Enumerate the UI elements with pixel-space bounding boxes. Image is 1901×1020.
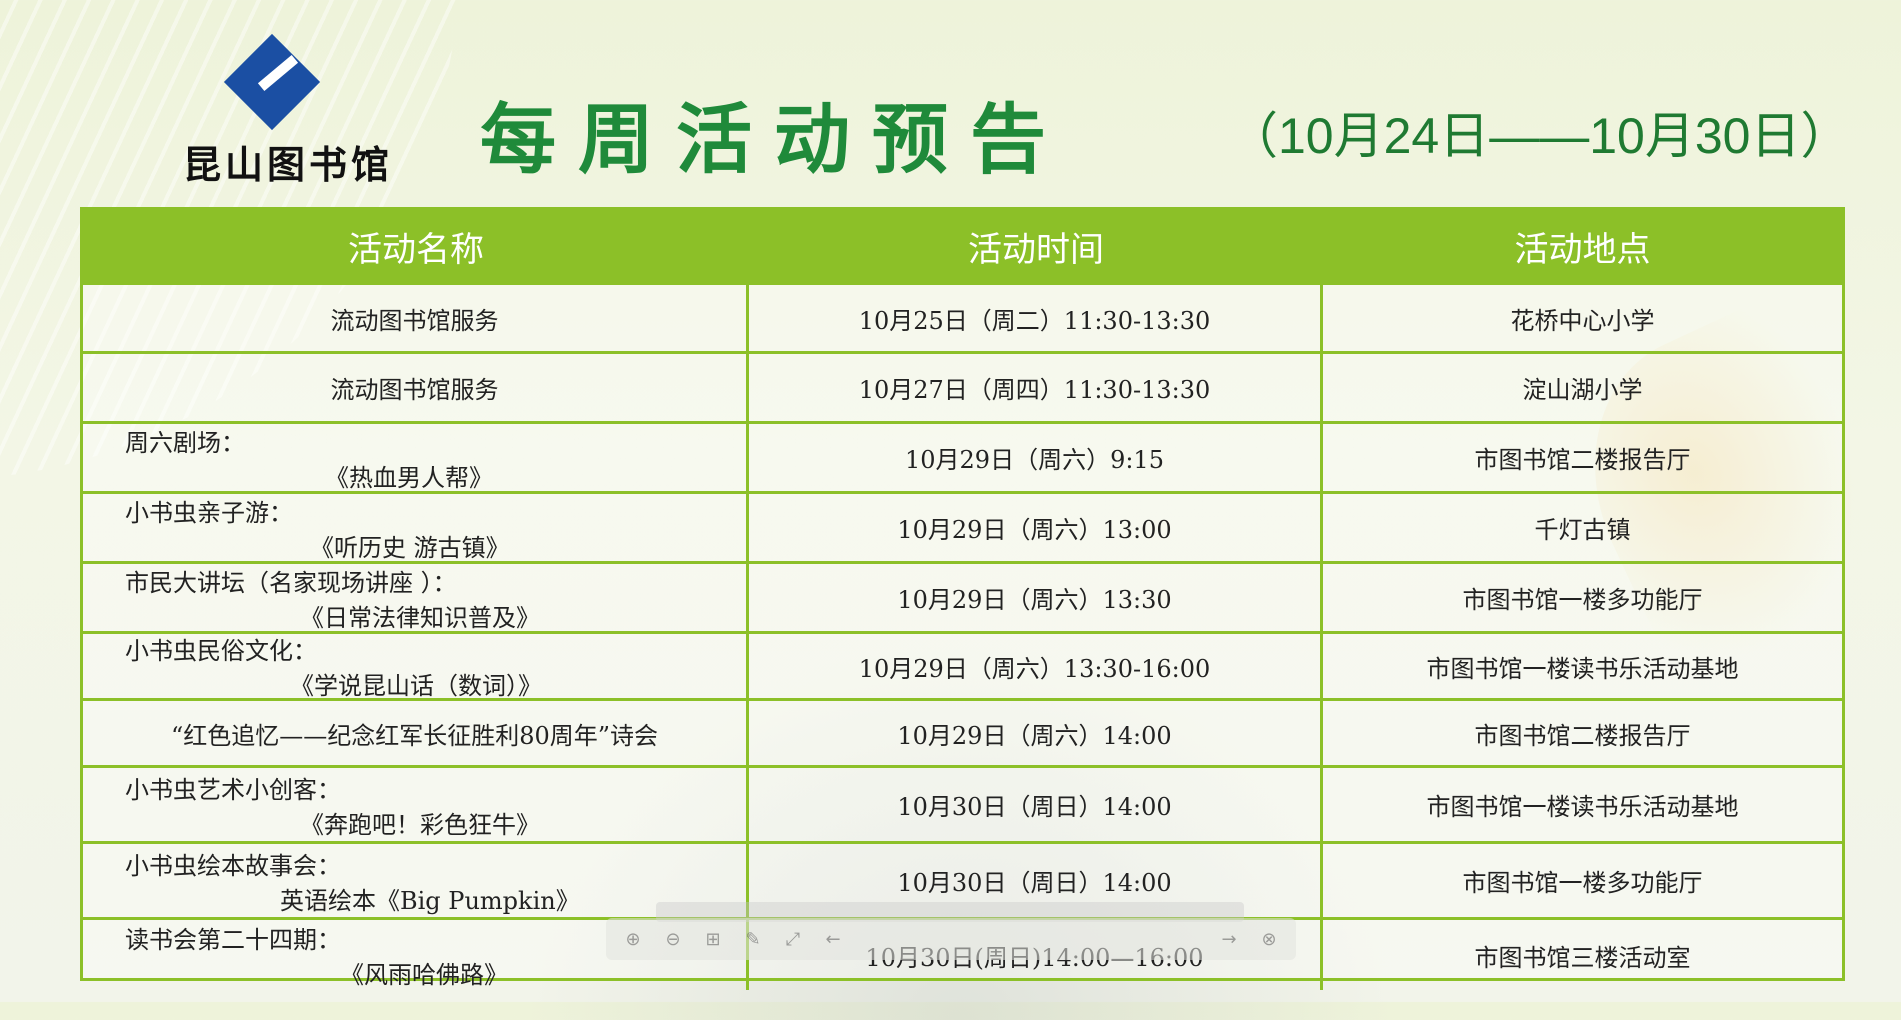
zoom-in-icon[interactable]: ⊕ — [622, 929, 644, 950]
activity-name-line1: 小书虫民俗文化： — [125, 637, 317, 665]
date-range: （10月24日——10月30日） — [1228, 108, 1851, 164]
edit-icon[interactable]: ✎ — [742, 929, 764, 950]
activity-name-line2: 《热血男人帮》 — [325, 463, 493, 492]
activity-name-line2: 《学说昆山话（数词）》 — [290, 672, 542, 700]
activity-name: 小书虫亲子游： 《听历史 游古镇》 — [83, 494, 749, 562]
table-row: 周六剧场： 《热血男人帮》 10月29日（周六）9:15 市图书馆二楼报告厅 — [83, 421, 1842, 492]
image-viewer-toolbar: ⊕ ⊖ ⊞ ✎ ⤢ ← → ⊗ — [606, 918, 1296, 960]
activity-name: 周六剧场： 《热血男人帮》 — [83, 424, 749, 492]
activity-name-line1: 周六剧场： — [125, 428, 245, 457]
activity-name-line1: 小书虫艺术小创客： — [125, 775, 341, 804]
zoom-out-icon[interactable]: ⊖ — [662, 929, 684, 950]
activity-place: 花桥中心小学 — [1510, 306, 1655, 335]
activity-schedule-table: 活动名称 活动时间 活动地点 流动图书馆服务 10月25日（周二）11:30-1… — [80, 207, 1845, 990]
activity-time: 10月25日（周二）11:30-13:30 — [749, 285, 1323, 351]
activity-name: 流动图书馆服务 — [83, 354, 749, 421]
activity-place: 市图书馆二楼报告厅 — [1474, 721, 1691, 750]
table-row: 小书虫民俗文化： 《学说昆山话（数词）》 10月29日（周六）13:30-16:… — [83, 631, 1842, 700]
activity-name-line1: 小书虫绘本故事会： — [125, 851, 341, 880]
activity-name-line1: 市民大讲坛（名家现场讲座 ）： — [125, 568, 457, 597]
activity-time: 10月27日（周四）11:30-13:30 — [749, 354, 1323, 421]
activity-time: 10月29日（周六）13:30 — [749, 564, 1323, 631]
prev-arrow-icon[interactable]: ← — [822, 929, 844, 950]
header-activity-place: 活动地点 — [1514, 229, 1651, 270]
activity-place: 市图书馆二楼报告厅 — [1474, 446, 1691, 474]
activity-name-line1: 流动图书馆服务 — [330, 376, 499, 404]
activity-name-line2: 《奔跑吧！彩色狂牛》 — [300, 810, 540, 839]
activity-time: 10月29日（周六）13:00 — [749, 494, 1323, 561]
table-row: “红色追忆——纪念红军长征胜利80周年”诗会 10月29日（周六）14:00 市… — [83, 698, 1842, 765]
activity-place: 市图书馆一楼多功能厅 — [1462, 869, 1703, 897]
activity-name-line2: 英语绘本《Big Pumpkin》 — [280, 886, 580, 915]
close-circle-icon[interactable]: ⊗ — [1258, 929, 1280, 950]
activity-time: 10月30日（周日）14:00 — [749, 768, 1323, 841]
logo-text: 昆山图书馆 — [182, 142, 393, 187]
activity-place: 千灯古镇 — [1534, 516, 1631, 544]
table-header: 活动名称 活动时间 活动地点 — [83, 210, 1842, 282]
fit-icon[interactable]: ⊞ — [702, 929, 724, 950]
table-row: 市民大讲坛（名家现场讲座 ）： 《日常法律知识普及》 10月29日（周六）13:… — [83, 561, 1842, 632]
activity-time: 10月29日（周六）14:00 — [749, 701, 1323, 765]
activity-place: 市图书馆三楼活动室 — [1474, 943, 1691, 972]
activity-name-line2: 《风雨哈佛路》 — [340, 961, 508, 989]
header-activity-time: 活动时间 — [968, 229, 1104, 270]
library-logo: 昆山图书馆 — [178, 33, 398, 188]
page-title: 每周活动预告 — [480, 95, 1068, 184]
next-arrow-icon[interactable]: → — [1218, 929, 1240, 950]
activity-place: 市图书馆一楼多功能厅 — [1462, 586, 1703, 614]
activity-name-line1: 读书会第二十四期： — [125, 926, 341, 954]
activity-name: 市民大讲坛（名家现场讲座 ）： 《日常法律知识普及》 — [83, 564, 749, 632]
activity-place: 淀山湖小学 — [1522, 376, 1643, 404]
table-row: 小书虫亲子游： 《听历史 游古镇》 10月29日（周六）13:00 千灯古镇 — [83, 491, 1842, 562]
fullscreen-icon[interactable]: ⤢ — [782, 929, 804, 950]
activity-name: 流动图书馆服务 — [83, 285, 749, 351]
activity-name-line2: 《日常法律知识普及》 — [300, 603, 540, 632]
activity-place: 市图书馆一楼读书乐活动基地 — [1426, 793, 1739, 821]
activity-name-line1: “红色追忆——纪念红军长征胜利80周年”诗会 — [170, 721, 659, 750]
activity-name: 小书虫民俗文化： 《学说昆山话（数词）》 — [83, 634, 749, 700]
table-row: 流动图书馆服务 10月25日（周二）11:30-13:30 花桥中心小学 — [83, 282, 1842, 351]
table-row: 流动图书馆服务 10月27日（周四）11:30-13:30 淀山湖小学 — [83, 351, 1842, 421]
header-activity-name: 活动名称 — [348, 229, 484, 270]
activity-name-line2: 《听历史 游古镇》 — [310, 533, 510, 562]
activity-name-line1: 小书虫亲子游： — [125, 498, 293, 527]
activity-time: 10月29日（周六）13:30-16:00 — [749, 634, 1323, 698]
activity-name: “红色追忆——纪念红军长征胜利80周年”诗会 — [83, 701, 749, 765]
table-row: 小书虫艺术小创客： 《奔跑吧！彩色狂牛》 10月30日（周日）14:00 市图书… — [83, 765, 1842, 841]
activity-time: 10月29日（周六）9:15 — [749, 424, 1323, 491]
activity-name: 小书虫艺术小创客： 《奔跑吧！彩色狂牛》 — [83, 768, 749, 841]
activity-name: 小书虫绘本故事会： 英语绘本《Big Pumpkin》 — [83, 844, 749, 917]
activity-place: 市图书馆一楼读书乐活动基地 — [1426, 654, 1739, 683]
activity-name-line1: 流动图书馆服务 — [330, 306, 499, 335]
